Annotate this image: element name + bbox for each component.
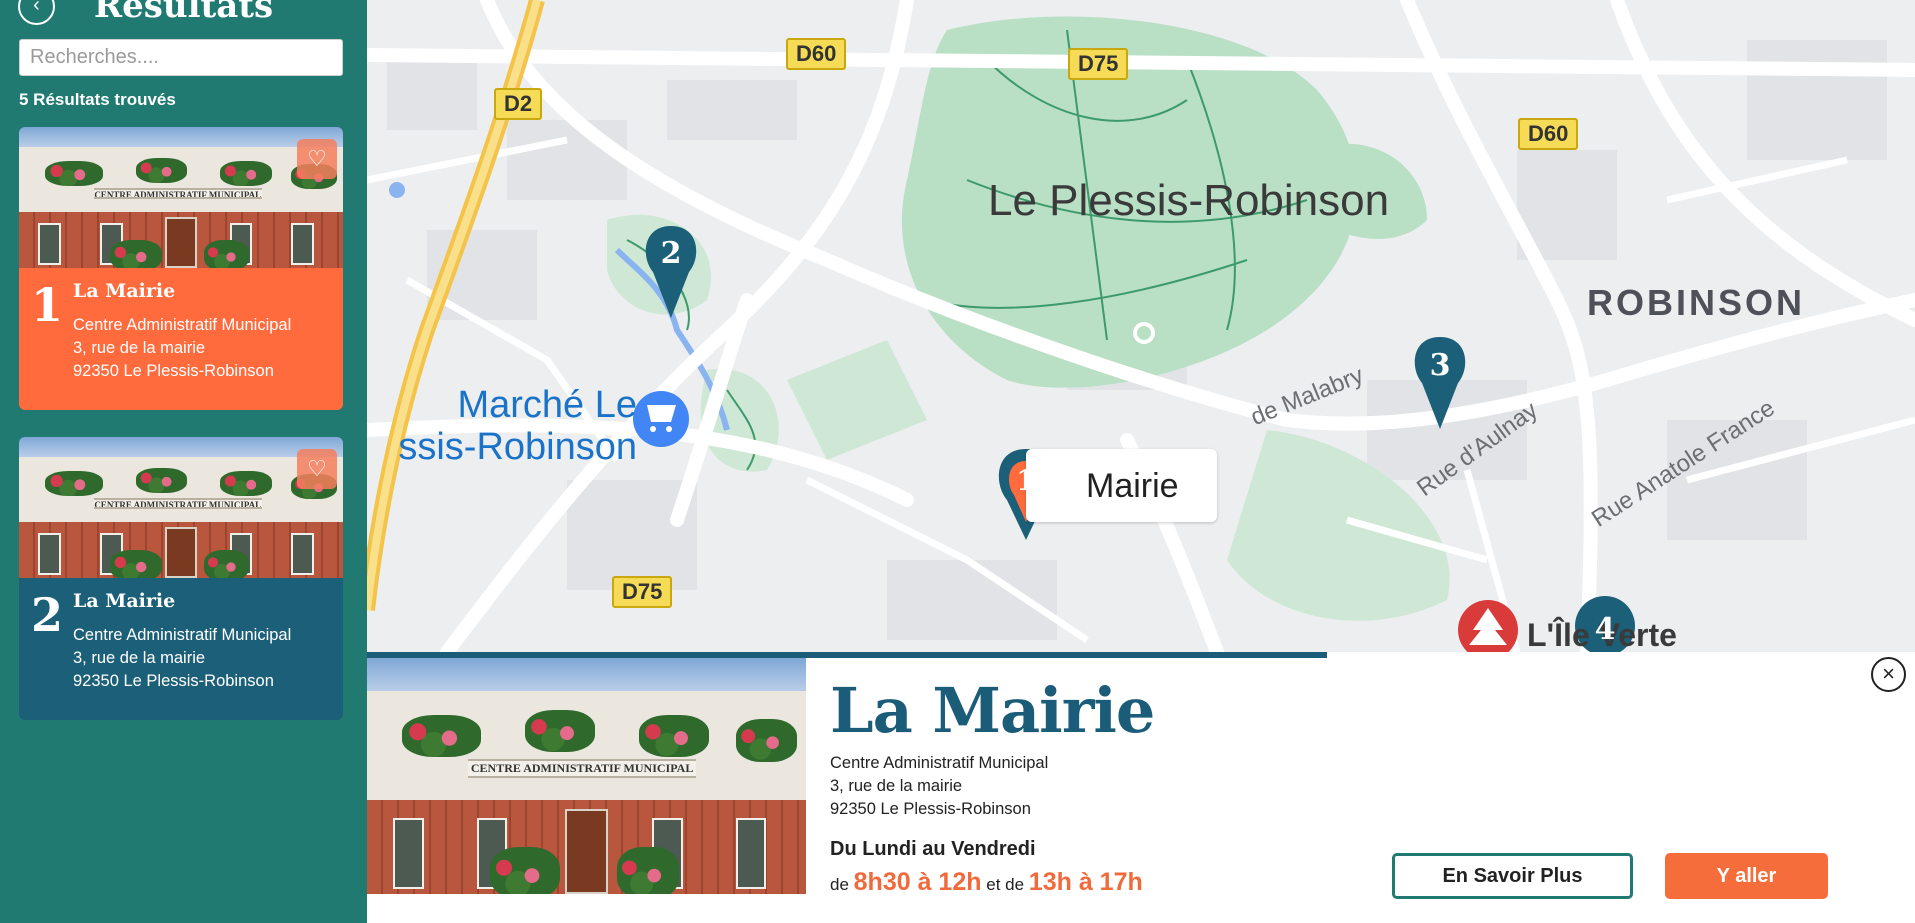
result-card-body: 1 La Mairie Centre Administratif Municip… <box>19 268 343 410</box>
address-line: Centre Administratif Municipal <box>830 754 1049 772</box>
result-name: La Mairie <box>73 590 176 612</box>
result-name: La Mairie <box>73 280 176 302</box>
map-canvas <box>367 0 1915 652</box>
result-photo: CENTRE ADMINISTRATIF MUNICIPAL ♡ <box>19 127 343 268</box>
poi-label-line: ssis-Robinson <box>398 426 637 468</box>
road-label: D60 <box>786 38 847 70</box>
result-card-body: 2 La Mairie Centre Administratif Municip… <box>19 578 343 720</box>
heart-icon: ♡ <box>307 146 327 171</box>
photo-sign: CENTRE ADMINISTRATIF MUNICIPAL <box>467 759 697 779</box>
address-line: 92350 Le Plessis-Robinson <box>830 800 1031 818</box>
road-label: D2 <box>494 88 543 120</box>
favorite-button[interactable]: ♡ <box>297 449 337 489</box>
sidebar-title: Résultats <box>93 0 274 26</box>
go-button[interactable]: Y aller <box>1665 853 1828 899</box>
detail-title: La Mairie <box>830 674 1155 747</box>
map-view[interactable]: D60 D75 D2 D60 D75 Le Plessis-Robinson R… <box>367 0 1915 652</box>
address-line: 3, rue de la mairie <box>73 339 206 357</box>
selected-pin-label[interactable]: Mairie <box>1026 449 1217 522</box>
detail-address: Centre Administratif Municipal 3, rue de… <box>830 752 1048 821</box>
pin-number: 2 <box>660 236 682 271</box>
result-number: 2 <box>31 588 64 642</box>
hours-range: 13h à 17h <box>1028 868 1143 896</box>
photo-sign: CENTRE ADMINISTRATIF MUNICIPAL <box>93 187 262 199</box>
road-label: D75 <box>1068 48 1129 80</box>
result-address: Centre Administratif Municipal 3, rue de… <box>73 624 291 693</box>
map-district-label: ROBINSON <box>1587 282 1806 323</box>
address-line: 92350 Le Plessis-Robinson <box>73 672 274 690</box>
results-count: 5 Résultats trouvés <box>19 90 176 109</box>
hours-text: et de <box>986 875 1025 894</box>
road-label: D60 <box>1518 118 1579 150</box>
result-address: Centre Administratif Municipal 3, rue de… <box>73 314 291 383</box>
opening-hours: de 8h30 à 12h et de 13h à 17h <box>830 868 1143 897</box>
result-photo: CENTRE ADMINISTRATIF MUNICIPAL ♡ <box>19 437 343 578</box>
pin-number: 4 <box>1594 612 1616 647</box>
detail-photo: CENTRE ADMINISTRATIF MUNICIPAL <box>367 658 806 894</box>
poi-label-line: Marché Le <box>457 384 637 426</box>
result-card-1[interactable]: CENTRE ADMINISTRATIF MUNICIPAL ♡ 1 La Ma… <box>19 127 343 410</box>
address-line: 92350 Le Plessis-Robinson <box>73 362 274 380</box>
heart-icon: ♡ <box>307 456 327 481</box>
address-line: 3, rue de la mairie <box>830 777 963 795</box>
close-icon: × <box>1882 661 1895 686</box>
search-input[interactable] <box>19 39 343 76</box>
hours-text: de <box>830 875 849 894</box>
detail-panel: CENTRE ADMINISTRATIF MUNICIPAL La Mairie… <box>367 652 1915 923</box>
result-number: 1 <box>31 278 64 332</box>
result-card-2[interactable]: CENTRE ADMINISTRATIF MUNICIPAL ♡ 2 La Ma… <box>19 437 343 720</box>
favorite-button[interactable]: ♡ <box>297 139 337 179</box>
road-label: D75 <box>612 576 673 608</box>
address-line: 3, rue de la mairie <box>73 649 206 667</box>
pin-number: 1 <box>1016 464 1036 497</box>
address-line: Centre Administratif Municipal <box>73 626 292 644</box>
close-button[interactable]: × <box>1871 657 1906 692</box>
poi-label[interactable]: Marché Le ssis-Robinson <box>398 384 637 468</box>
results-sidebar: ‹ Résultats 5 Résultats trouvés CENTRE A… <box>0 0 367 923</box>
learn-more-button[interactable]: En Savoir Plus <box>1392 853 1633 899</box>
opening-days: Du Lundi au Vendredi <box>830 838 1036 860</box>
hours-range: 8h30 à 12h <box>853 868 982 896</box>
photo-sign: CENTRE ADMINISTRATIF MUNICIPAL <box>93 497 262 509</box>
address-line: Centre Administratif Municipal <box>73 316 292 334</box>
pin-number: 3 <box>1429 348 1451 383</box>
map-city-label: Le Plessis-Robinson <box>988 176 1390 225</box>
